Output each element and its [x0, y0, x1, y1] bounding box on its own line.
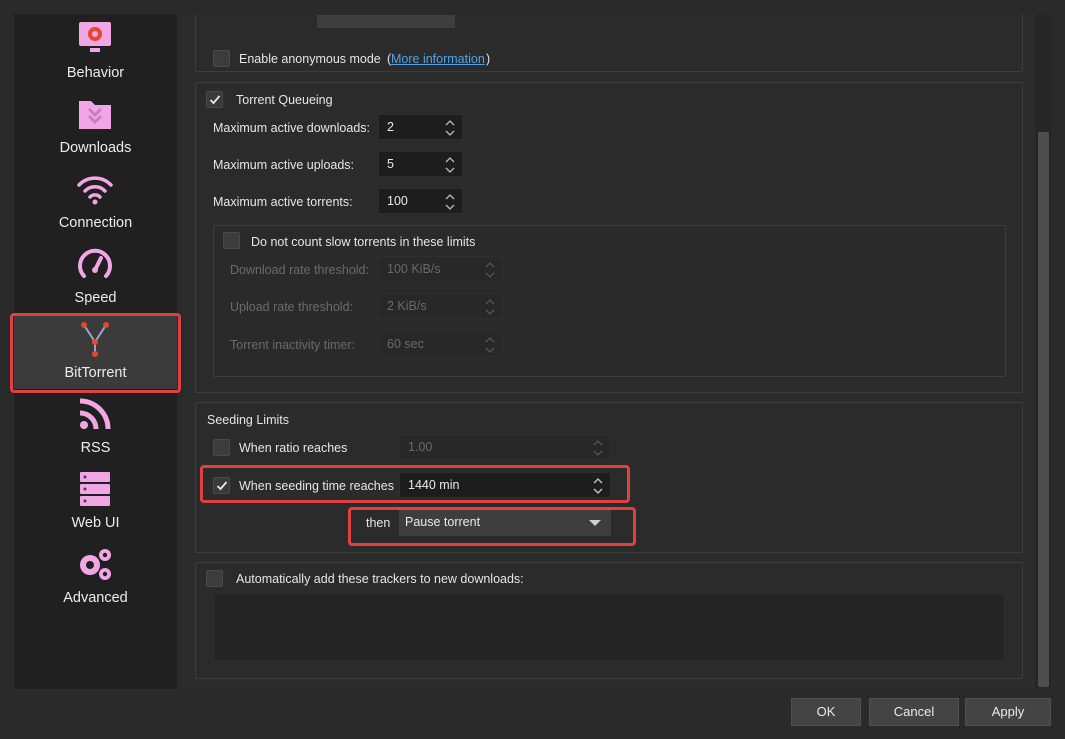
download-threshold-label: Download rate threshold:: [230, 263, 369, 277]
more-info-paren-close: ): [486, 52, 491, 66]
sidebar-item-advanced[interactable]: Advanced: [14, 539, 177, 614]
sidebar-item-connection[interactable]: Connection: [14, 164, 177, 239]
spin-arrows-icon: [593, 440, 603, 456]
spin-arrows-icon: [485, 337, 495, 353]
slow-torrents-checkbox[interactable]: [223, 232, 240, 249]
spin-arrows-icon[interactable]: [592, 476, 604, 496]
spinbox-value: 100 KiB/s: [387, 262, 441, 276]
gears-icon: [80, 549, 111, 580]
gear-monitor-icon: [79, 22, 111, 52]
spinbox-value: 1.00: [408, 440, 433, 454]
network-nodes-icon: [81, 322, 109, 357]
wifi-icon: [77, 176, 113, 205]
inactivity-timer-spinbox: 60 sec: [378, 331, 503, 357]
sidebar-item-label: RSS: [80, 440, 111, 456]
upload-threshold-label: Upload rate threshold:: [230, 300, 353, 314]
seeding-limits-title: Seeding Limits: [207, 413, 289, 427]
sidebar-item-label: Connection: [58, 215, 133, 231]
sidebar-item-rss[interactable]: RSS: [14, 389, 177, 464]
anonymous-mode-label: Enable anonymous mode: [239, 52, 381, 66]
then-label: then: [366, 516, 391, 530]
privacy-group: Enable anonymous mode ( More information…: [195, 14, 1023, 72]
spinbox-value: 1440 min: [408, 478, 460, 492]
spin-arrows-icon: [485, 299, 495, 315]
add-trackers-checkbox[interactable]: [206, 570, 223, 587]
upload-threshold-spinbox: 2 KiB/s: [378, 293, 503, 319]
sidebar-item-label: Advanced: [63, 590, 128, 606]
server-icon: [80, 472, 110, 506]
sidebar-item-bittorrent[interactable]: BitTorrent: [14, 314, 177, 389]
select-value: Pause torrent: [405, 515, 481, 529]
max-torrents-spinbox[interactable]: 100: [378, 188, 463, 214]
spinbox-value: 2 KiB/s: [387, 299, 427, 313]
sidebar-item-label: Web UI: [71, 515, 120, 531]
torrent-queueing-group: Torrent Queueing Maximum active download…: [195, 82, 1023, 393]
encryption-combo[interactable]: [317, 15, 455, 28]
checkmark-icon: [216, 481, 228, 491]
torrent-queueing-checkbox[interactable]: [206, 91, 223, 108]
apply-button[interactable]: Apply: [965, 698, 1051, 726]
max-uploads-label: Maximum active uploads:: [213, 158, 355, 172]
spinbox-value: 5: [387, 157, 394, 171]
sidebar: Behavior Downloads Connection Speed BitT…: [14, 14, 177, 689]
seeding-time-checkbox[interactable]: [213, 477, 230, 494]
ratio-label: When ratio reaches: [239, 441, 348, 455]
sidebar-item-speed[interactable]: Speed: [14, 239, 177, 314]
speedometer-icon: [78, 248, 112, 278]
spin-arrows-icon[interactable]: [444, 192, 456, 212]
seeding-time-label: When seeding time reaches: [239, 479, 394, 493]
checkmark-icon: [209, 95, 221, 105]
sidebar-item-label: Speed: [74, 290, 117, 306]
add-trackers-label: Automatically add these trackers to new …: [236, 572, 524, 586]
max-uploads-spinbox[interactable]: 5: [378, 151, 463, 177]
max-torrents-label: Maximum active torrents:: [213, 195, 353, 209]
seeding-limits-group: Seeding Limits When ratio reaches 1.00 W…: [195, 402, 1023, 553]
spinbox-value: 2: [387, 120, 394, 134]
sidebar-item-label: Downloads: [59, 140, 132, 156]
sidebar-item-label: BitTorrent: [64, 365, 127, 381]
scrollbar-thumb[interactable]: [1038, 132, 1049, 687]
max-downloads-spinbox[interactable]: 2: [378, 114, 463, 140]
anonymous-mode-checkbox[interactable]: [213, 50, 230, 67]
chevron-down-icon: [589, 520, 601, 526]
ratio-checkbox[interactable]: [213, 439, 230, 456]
vertical-scrollbar[interactable]: [1035, 14, 1051, 689]
ok-button[interactable]: OK: [791, 698, 861, 726]
sidebar-item-web-ui[interactable]: Web UI: [14, 464, 177, 539]
spinbox-value: 60 sec: [387, 337, 424, 351]
seeding-action-select[interactable]: Pause torrent: [399, 510, 611, 536]
spin-arrows-icon[interactable]: [444, 155, 456, 175]
ratio-spinbox: 1.00: [399, 434, 611, 460]
trackers-group: Automatically add these trackers to new …: [195, 562, 1023, 679]
rss-icon: [79, 398, 111, 430]
trackers-textarea[interactable]: [213, 593, 1005, 661]
torrent-queueing-title: Torrent Queueing: [236, 93, 333, 107]
sidebar-item-behavior[interactable]: Behavior: [14, 14, 177, 89]
spin-arrows-icon: [485, 262, 495, 278]
seeding-time-spinbox[interactable]: 1440 min: [399, 472, 611, 498]
download-folder-icon: [79, 101, 111, 129]
slow-torrents-group: Do not count slow torrents in these limi…: [213, 225, 1006, 377]
spin-arrows-icon[interactable]: [444, 118, 456, 138]
max-downloads-label: Maximum active downloads:: [213, 121, 371, 135]
download-threshold-spinbox: 100 KiB/s: [378, 256, 503, 282]
slow-torrents-label: Do not count slow torrents in these limi…: [251, 235, 476, 249]
spinbox-value: 100: [387, 194, 408, 208]
settings-panel: Enable anonymous mode ( More information…: [183, 14, 1035, 689]
sidebar-item-downloads[interactable]: Downloads: [14, 89, 177, 164]
cancel-button[interactable]: Cancel: [869, 698, 959, 726]
inactivity-timer-label: Torrent inactivity timer:: [230, 338, 356, 352]
more-information-link[interactable]: More information: [391, 52, 485, 66]
sidebar-item-label: Behavior: [66, 65, 125, 81]
